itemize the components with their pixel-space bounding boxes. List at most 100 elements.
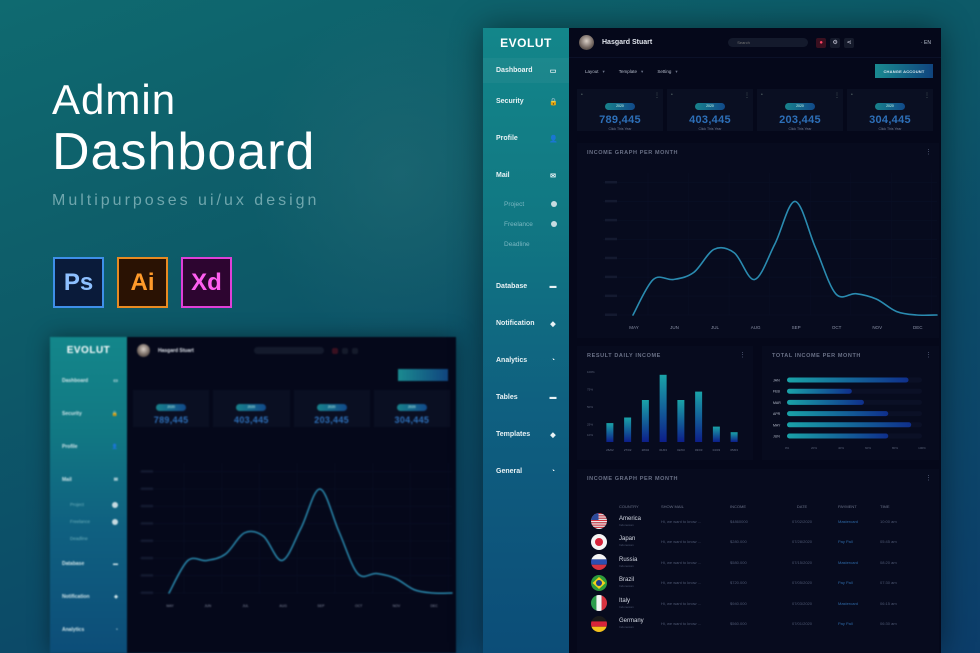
x-tick-label: OCT [832,325,842,330]
mini-sidebar-item-label: Mail [62,476,72,483]
table-row[interactable]: Russia Indonesian Hi, we want to know ... $… [591,552,931,573]
column-header-time[interactable]: TIME [880,504,920,509]
mail-cell[interactable]: Hi, we want to know ... [661,601,730,606]
mail-cell[interactable]: Hi, we want to know ... [661,519,730,524]
avatar[interactable] [579,35,594,50]
payment-cell: Pay Pall [838,621,853,627]
language-selector[interactable]: · EN [921,40,931,46]
sidebar-subitem-label: Freelance [504,220,533,228]
country-name: Japan [619,536,636,543]
x-tick-label: 60% [865,446,871,450]
mini-username: Hasgard Stuart [158,347,194,354]
sidebar-item-profile[interactable]: Profile 👤 [483,120,569,157]
more-vertical-icon[interactable]: ⋮ [925,351,932,359]
y-tick-label [605,294,617,298]
table-row[interactable]: Japan Indonesian Hi, we want to know ... $2… [591,532,931,553]
logo[interactable]: EVOLUT [483,28,569,58]
italy-flag-icon [591,595,607,612]
mini-stat-value: 403,445 [234,415,269,425]
column-header-income[interactable]: INCOME [730,504,776,509]
bar [787,399,864,405]
mail-cell[interactable]: Hi, we want to know ... [661,539,730,544]
sidebar-item-label: Security [496,98,524,105]
notification-icon[interactable]: ● [816,37,827,48]
column-header-country[interactable]: COUNTRY [619,504,661,509]
more-vertical-icon[interactable]: ⋮ [925,148,932,156]
mail-cell[interactable]: Hi, we want to know ... [661,560,730,565]
table-row[interactable]: America Indonesian Hi, we want to know ...… [591,511,931,532]
more-vertical-icon[interactable]: ⋮ [739,351,746,359]
income-cell: $4860000 [730,518,748,524]
table-row[interactable]: Germany Indonesian Hi, we want to know ...… [591,614,931,635]
country-cell: Germany Indonesian [619,618,661,629]
mini-avatar [137,344,150,357]
y-tick-label: MAY [773,423,781,427]
sidebar-subitem-project[interactable]: Project [483,194,569,214]
sidebar-item-label: Mail [496,172,510,179]
sidebar-item-database[interactable]: Database ▬ [483,268,569,305]
x-tick-label: 01/03 [659,448,667,452]
tab-layout[interactable]: Layout ▾ [585,69,605,75]
y-tick-label: JAN [773,379,780,383]
payment-cell: Pay Pall [838,539,853,545]
sidebar-item-notification[interactable]: Notification ◆ [483,305,569,342]
mail-cell[interactable]: Hi, we want to know ... [661,580,730,585]
sidebar-item-label: Tables [496,394,518,401]
sidebar-item-label: Profile [496,135,518,142]
country-cell: Japan Indonesian [619,536,661,547]
x-tick-label: 80% [892,446,898,450]
tab-setting[interactable]: Setting ▾ [657,69,677,75]
sidebar-item-analytics[interactable]: Analytics ◔ [483,342,569,379]
country-name: Brazil [619,577,635,584]
date-cell: 07/02/2020 [791,518,813,524]
date-cell: 07/03/2020 [791,600,813,606]
mini-sidebar-item: Profile 👤 [50,430,127,463]
mini-sidebar-item: Analytics ◔ [50,613,127,646]
column-header-date[interactable]: DATE [776,504,828,509]
more-vertical-icon[interactable]: ⋮ [925,474,932,482]
x-tick-label: 05/03 [730,448,738,452]
sidebar-item-tables[interactable]: Tables ▬ [483,379,569,416]
country-name: Russia [619,556,638,563]
tab-template-label: Template [618,68,638,74]
stat-label: Click This Year [788,127,812,131]
change-account-button[interactable]: CHANGE ACCOUNT [875,64,933,78]
lock-icon: 🔒 [549,98,558,106]
dot-icon: • [671,92,673,98]
daily-income-bar-chart: 10% 25% 50% 75% 100% 26/02 27/02 28/02 01/03 02/0… [587,370,738,452]
column-header-payment[interactable]: PAYMENT [828,504,880,509]
sidebar-item-templates[interactable]: Templates ◆ [483,416,569,453]
bar [677,400,685,442]
search-input[interactable] [728,38,809,47]
mini-search [253,347,324,354]
table-row[interactable]: Italy Indonesian Hi, we want to know ... $9… [591,593,931,614]
more-vertical-icon[interactable]: ⋮ [654,92,660,99]
tab-template[interactable]: Template ▾ [619,69,644,75]
sidebar-subitem-deadline[interactable]: Deadline [483,234,569,254]
sidebar-item-mail[interactable]: Mail ✉ [483,157,569,194]
share-icon[interactable]: ⋖ [844,37,855,48]
mini-sidebar-item-label: Notification [62,593,90,600]
country-cell: Italy Indonesian [619,598,661,609]
more-vertical-icon[interactable]: ⋮ [834,92,840,99]
more-vertical-icon[interactable]: ⋮ [924,92,930,99]
column-header-mail[interactable]: SHOW MAIL [661,504,730,509]
mini-year-badge: 2020 [236,404,267,411]
more-vertical-icon[interactable]: ⋮ [744,92,750,99]
time-cell: 06:15 am [880,600,897,606]
settings-icon[interactable]: ⚙ [830,37,841,48]
mail-cell[interactable]: Hi, we want to know ... [661,621,730,626]
y-tick-label [141,556,153,560]
sidebar-item-dashboard[interactable]: Dashboard ▭ [483,58,569,83]
x-tick-label: MAY [166,604,174,608]
sidebar-item-general[interactable]: General ◔ [483,453,569,490]
income-line-chart: MAY JUN JUL AUG SEP OCT NOV DEC [603,173,938,330]
sidebar-item-security[interactable]: Security 🔒 [483,83,569,120]
income-cell: $560.000 [730,621,747,627]
payment-cell: Pay Pall [838,580,853,586]
country-cell: America Indonesian [619,516,661,527]
sidebar-subitem-freelance[interactable]: Freelance [483,214,569,234]
sidebar: EVOLUT Dashboard ▭ Security 🔒 Profile 👤 Mail ✉ P… [483,28,569,653]
table-row[interactable]: Brazil Indonesian Hi, we want to know ... $… [591,573,931,594]
bar [730,432,738,442]
